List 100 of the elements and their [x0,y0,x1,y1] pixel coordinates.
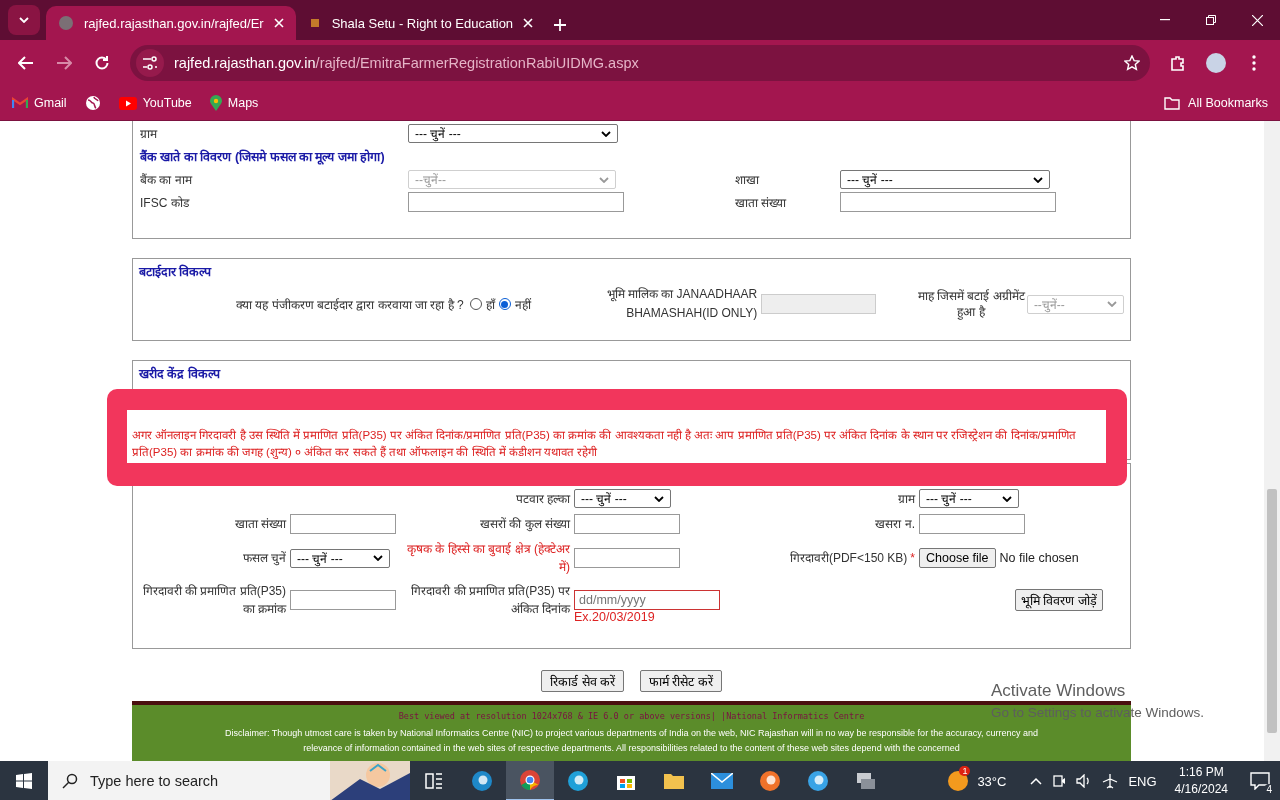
choose-file-button[interactable]: Choose file [919,548,996,568]
caret-icon [599,176,609,183]
caret-icon [601,130,611,137]
radio-label: नहीं [514,296,531,313]
dropdown[interactable]: --- चुनें --- [408,124,618,143]
menu-icon[interactable] [1252,55,1256,71]
profile-avatar[interactable] [1206,53,1226,73]
radio-label: हाँ [485,296,495,313]
section-title: बटाईदार विकल्प [139,263,213,280]
scrollbar[interactable] [1264,121,1280,761]
clock-time[interactable]: 1:16 PM [1174,764,1228,781]
question-text: क्या यह पंजीकरण बटाईदार द्वारा करवाया जा रहा है ? [235,296,464,313]
form-button[interactable]: फार्म रीसेट करें [640,670,722,692]
url-path: /rajfed/EmitraFarmerRegistrationRabiUIDMG.aspx [315,55,639,71]
radio-button[interactable] [498,298,511,310]
back-icon[interactable] [18,56,34,70]
task-view-icon[interactable] [424,772,444,790]
app-icon[interactable] [807,770,829,792]
field-label: माह जिसमें बटाई अग्रीमेंट हुआ है [917,288,1025,320]
chevron-up-icon[interactable] [1030,777,1043,785]
footer-note: Best viewed at resolution 1024x768 & IE 6.0 or above versions| |National Informatics Centre [398,711,865,721]
minimize-icon[interactable] [1160,19,1170,21]
caret-icon [1107,301,1117,307]
folder-icon [1164,96,1181,110]
dropdown[interactable]: --- चुनें --- [290,548,390,568]
search-icon [62,773,78,789]
app-icon[interactable] [471,770,493,792]
airplane-icon[interactable] [1102,773,1119,789]
field-label: IFSC कोड [140,194,191,211]
field-label: गिरदावरी की प्रमाणित प्रति(P35) पर अंकित दिनांक [410,583,570,618]
address-bar[interactable]: rajfed.rajasthan.gov.in/rajfed/EmitraFarmerRegistrationRabiUIDMG.aspx [130,45,1150,81]
restore-icon[interactable] [1206,15,1216,25]
browser-tab[interactable]: rajfed.rajasthan.gov.in/rajfed/Er [46,6,296,40]
field-label: गिरदावरी की प्रमाणित प्रति(P35) का क्रमांक [141,583,286,618]
close-icon[interactable] [1251,14,1263,26]
field-label: पटवार हल्का [514,490,570,508]
temperature: 33°C [977,773,1007,789]
app-icon[interactable] [567,770,589,792]
field-label: खसरों की कुल संख्या [479,516,570,533]
add-land-button[interactable]: भूमि विवरण जोड़ें [1015,589,1103,611]
field-label: बैंक का नाम [140,172,194,188]
chevron-icon [19,17,29,23]
url-host: rajfed.rajasthan.gov.in [174,55,316,71]
folder-icon[interactable] [663,772,685,790]
reload-icon[interactable] [94,55,110,71]
sun-icon [947,770,970,792]
field-label: ग्राम [140,126,159,142]
form-button[interactable]: रिकार्ड सेव करें [541,670,624,692]
field-label: खाता संख्या [735,194,788,211]
browser-tab[interactable]: Shala Setu - Right to Education [295,6,546,40]
windows-icon[interactable] [16,773,32,789]
dropdown[interactable]: --- चुनें --- [840,170,1050,189]
weather-badge: 1 [959,766,971,776]
section-heading: बैंक खाते का विवरण (जिसमे फसल का मूल्य जमा होगा) [140,148,386,165]
text-field[interactable] [840,192,1056,212]
mail-icon [12,97,28,109]
field-label: शाखा [735,172,760,188]
language-indicator[interactable]: ENG [1128,773,1157,789]
bookmark-link[interactable]: YouTube [142,96,192,110]
caret-icon [373,555,383,561]
search-field[interactable]: Type here to search [48,761,410,800]
dropdown[interactable]: --- चुनें --- [919,489,1019,508]
site-settings-icon[interactable] [142,56,158,70]
dropdown[interactable]: --- चुनें --- [574,489,671,508]
computer-icon[interactable] [855,771,877,791]
field-label: भूमि मालिक का JANAADHAAR BHAMASHAH(ID ONLY) [605,286,758,322]
puzzle-icon[interactable] [1170,55,1186,71]
text-field[interactable] [574,514,680,534]
text-field[interactable] [919,514,1025,534]
browser-icon[interactable] [519,769,541,791]
date-example: Ex.20/03/2019 [574,610,655,624]
map-pin-icon [209,95,222,111]
file-status: No file chosen [999,551,1079,565]
close-icon[interactable] [523,18,534,28]
caret-icon [654,495,664,502]
field-label: ग्राम [897,490,915,508]
text-field[interactable] [290,514,396,534]
tab-search-button[interactable] [8,5,40,35]
field-label: कृषक के हिस्से का बुवाई क्षेत्र (हेक्टेअर में) [406,541,570,576]
text-field[interactable] [408,192,624,212]
bookmark-link[interactable]: Maps [227,96,259,110]
caret-icon [1033,176,1043,183]
new-tab-icon[interactable] [553,18,568,32]
notification-count: 4 [1264,784,1274,795]
text-field[interactable] [290,590,396,610]
section-title: खरीद केंद्र विकल्प [139,365,222,382]
disclaimer-text: Disclaimer: Though utmost care is taken by National Informatics Centre (NIC) to project various departments of India on the web, NIC Rajasthan will in no way be responsible for the accuracy, currency and relevance of information contained in the web sites of respective departments. All responsibilities related to the content of these web sites depend with the concerned [223,727,1039,755]
notice-text: अगर ऑनलाइन गिरदावरी है उस स्थिति में प्रमाणित प्रति(P35) पर अंकित दिनांक/प्रमाणित प्रति(P35) का क्रमांक की आवश्यकता नही है अतः आप प्रमाणित प्रति(P35) पर अंकित दिनांक के स्थान पर रजिस्ट्रेशन की दिनांक/प्रमाणित प्रति(P35) का क्रमांक की जगह (शुन्य) ० अंकित कर सकते हैं तथा ऑफलाइन की स्थिति में कंडीशन यथावत रहेगी [127,410,1106,463]
star-icon[interactable] [1124,55,1140,71]
caret-icon [1002,495,1012,502]
all-bookmarks-link[interactable]: All Bookmarks [1188,96,1268,110]
date-field[interactable]: dd/mm/yyyy [574,590,720,610]
forward-icon[interactable] [56,56,72,70]
radio-button[interactable] [469,298,482,310]
clock-date[interactable]: 4/16/2024 [1174,781,1228,798]
app-icon[interactable] [759,770,781,792]
meet-icon[interactable] [1052,774,1067,788]
text-field[interactable] [574,548,680,568]
close-icon[interactable] [273,18,284,28]
bookmark-link[interactable]: Gmail [34,96,67,110]
